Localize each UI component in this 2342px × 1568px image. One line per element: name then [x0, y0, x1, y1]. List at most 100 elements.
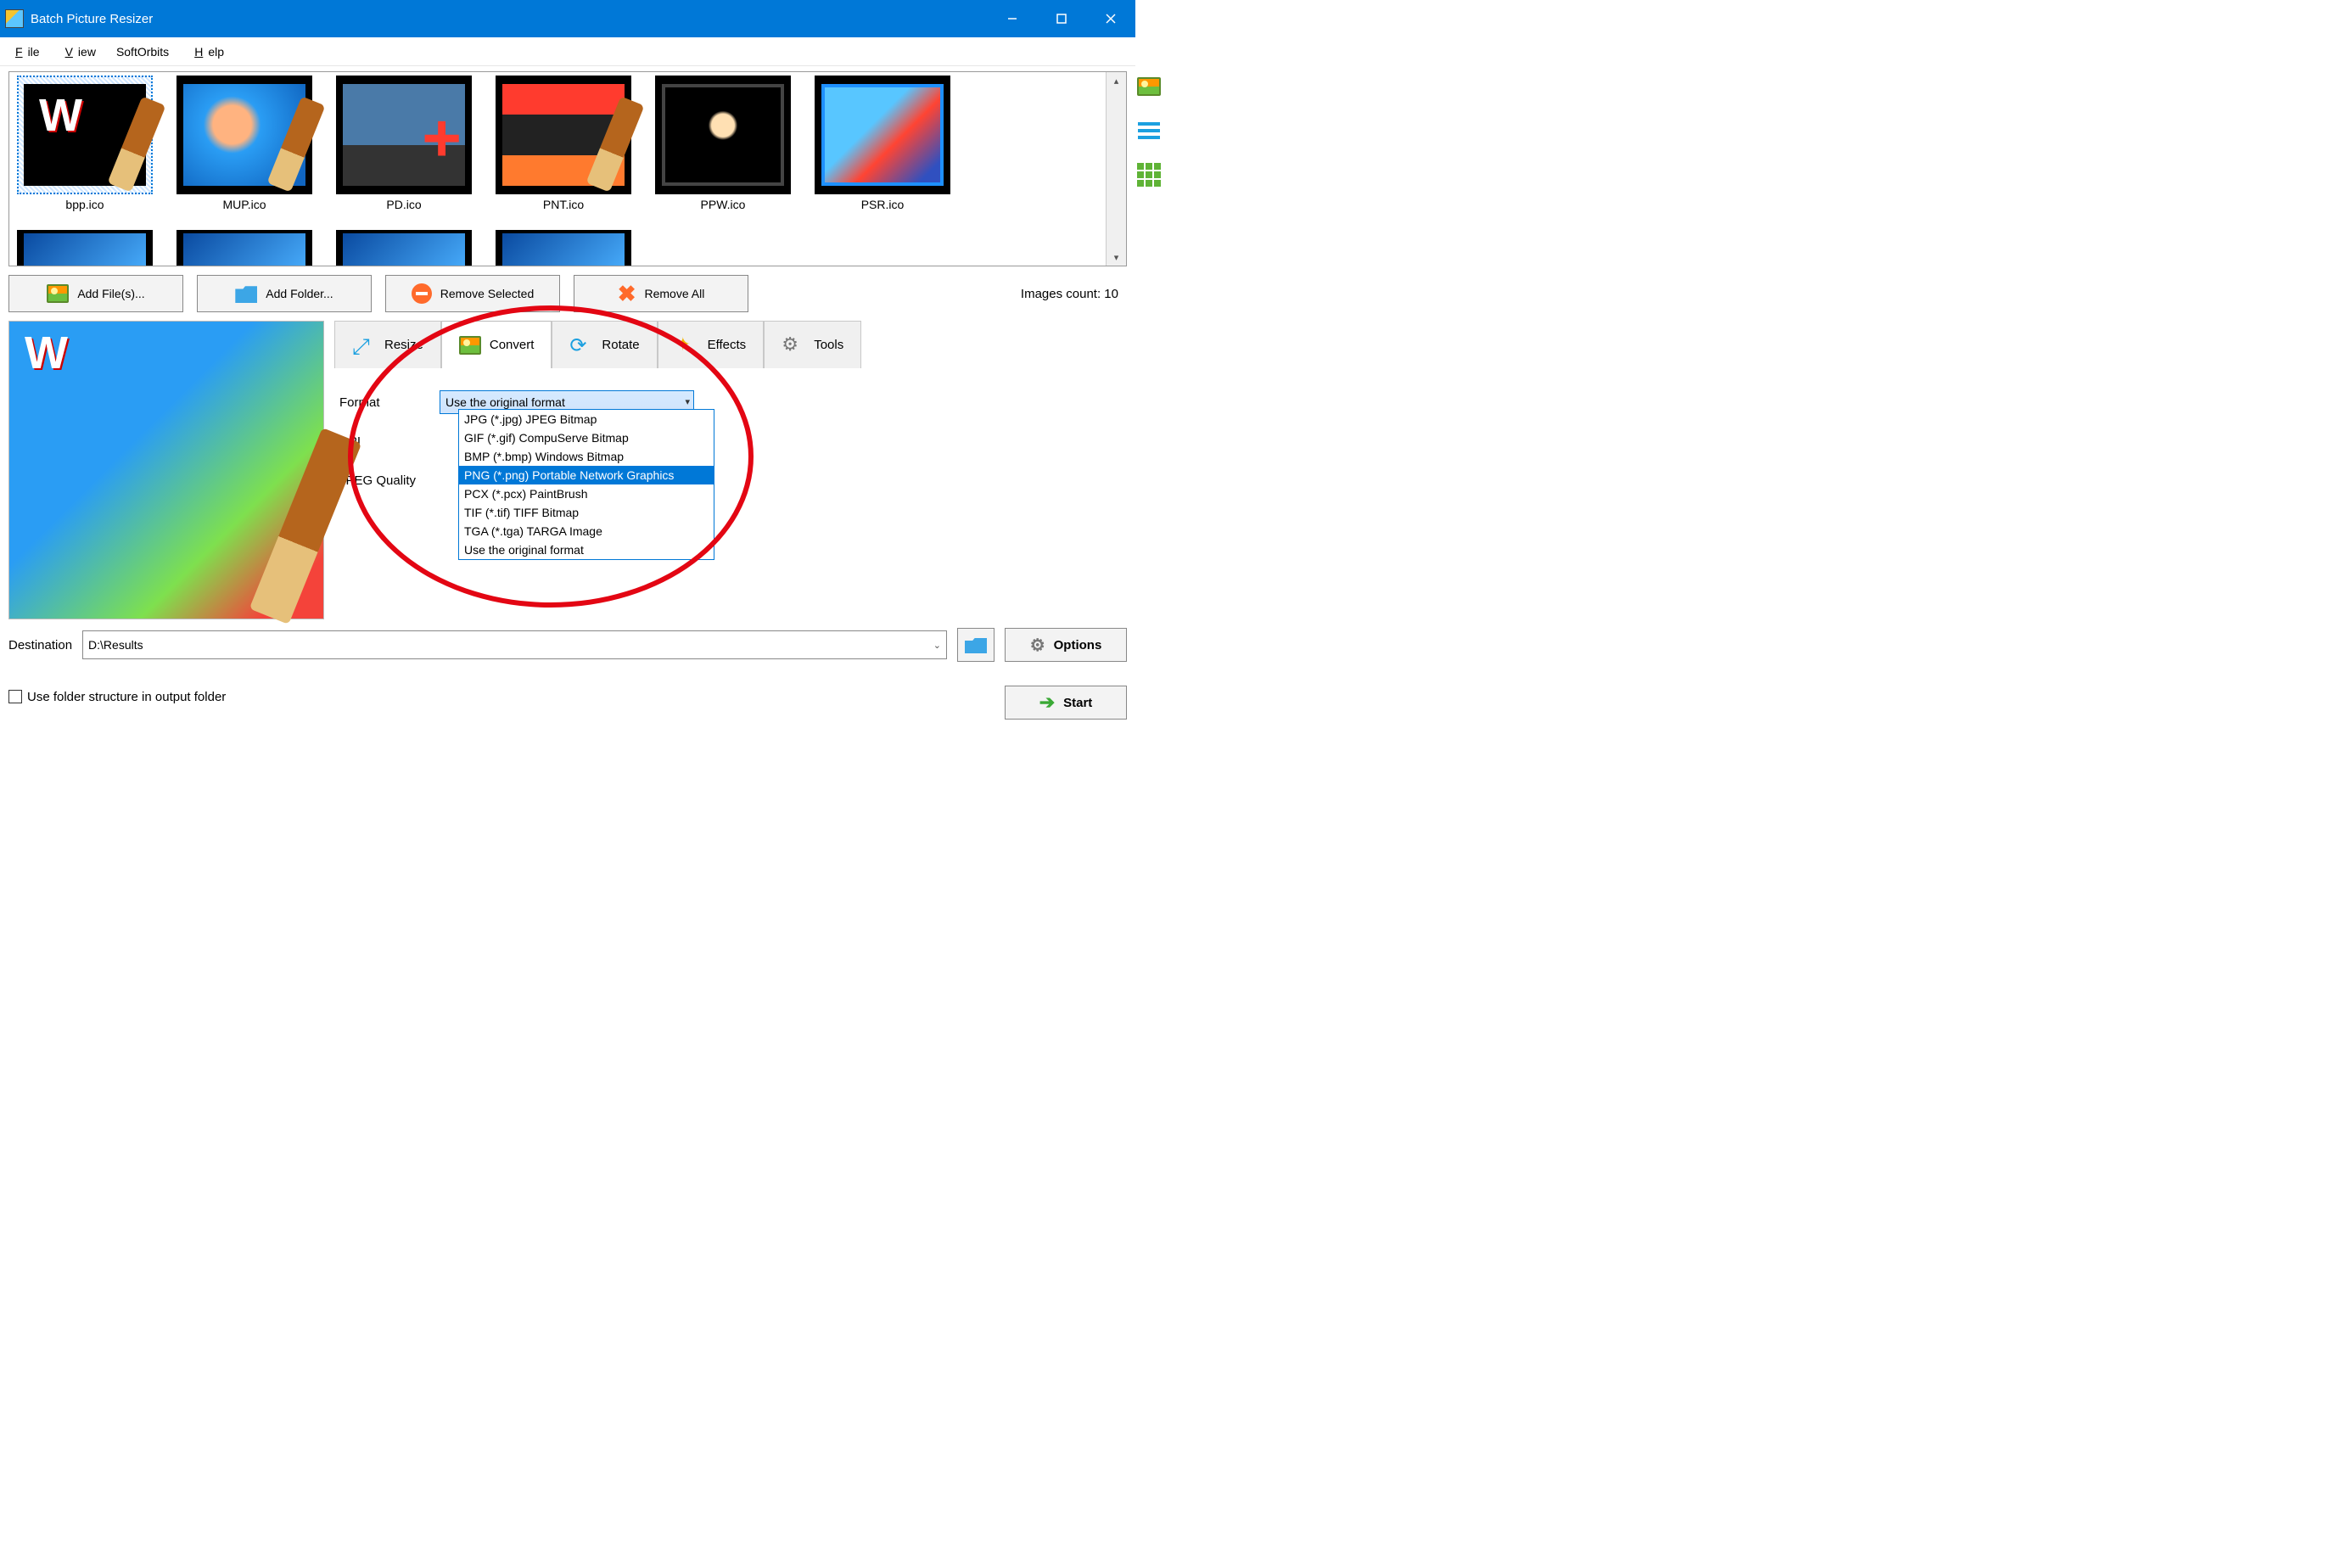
menu-bar: File View SoftOrbits Help: [0, 37, 1135, 66]
convert-panel: Format Use the original format ▾ DPI JPE…: [334, 368, 1127, 497]
thumbnail-label: bpp.ico: [65, 198, 104, 211]
window-title: Batch Picture Resizer: [31, 12, 153, 26]
rotate-icon: ⟳: [569, 333, 593, 357]
remove-selected-button[interactable]: Remove Selected: [385, 275, 560, 312]
format-option[interactable]: PCX (*.pcx) PaintBrush: [459, 484, 714, 503]
convert-icon: [459, 336, 481, 355]
view-thumbnails-button[interactable]: [1135, 74, 1163, 99]
maximize-button[interactable]: [1037, 0, 1086, 37]
format-option[interactable]: TGA (*.tga) TARGA Image: [459, 522, 714, 540]
format-option[interactable]: BMP (*.bmp) Windows Bitmap: [459, 447, 714, 466]
add-folder-label: Add Folder...: [266, 287, 333, 300]
preview-image: [9, 322, 323, 619]
options-label: Options: [1054, 638, 1102, 652]
thumbnail-scrollbar[interactable]: ▴ ▾: [1106, 72, 1126, 266]
start-button[interactable]: ➔ Start: [1005, 686, 1127, 720]
x-icon: ✖: [618, 281, 636, 307]
destination-combobox[interactable]: D:\Results ⌄: [82, 630, 947, 659]
browse-destination-button[interactable]: [957, 628, 995, 662]
thumbnail-item[interactable]: PNT.ico: [493, 76, 634, 211]
wand-icon: ✦: [675, 333, 699, 357]
start-label: Start: [1063, 696, 1092, 710]
settings-tabs-area: ⤢ Resize Convert ⟳ Rotate ✦ Effects ⚙ To…: [334, 321, 1127, 624]
thumbnail-list[interactable]: bpp.ico MUP.ico PD.ico PNT.ico PPW.ico P…: [9, 72, 1106, 266]
thumbnail-label: PSR.ico: [861, 198, 905, 211]
menu-softorbits[interactable]: SoftOrbits: [111, 42, 174, 62]
remove-all-button[interactable]: ✖ Remove All: [574, 275, 748, 312]
add-files-label: Add File(s)...: [77, 287, 144, 300]
add-files-button[interactable]: Add File(s)...: [8, 275, 183, 312]
format-option[interactable]: PNG (*.png) Portable Network Graphics: [459, 466, 714, 484]
scroll-up-icon[interactable]: ▴: [1107, 72, 1126, 89]
thumbnail-item[interactable]: PD.ico: [333, 76, 474, 211]
menu-view[interactable]: View: [55, 42, 101, 62]
action-toolbar: Add File(s)... Add Folder... Remove Sele…: [8, 275, 1127, 312]
close-icon: [1106, 14, 1116, 24]
folder-icon: [235, 284, 257, 303]
thumbnail-item[interactable]: [14, 230, 155, 266]
tab-effects-label: Effects: [708, 338, 747, 352]
view-mode-toolbar: [1135, 74, 1167, 188]
view-list-button[interactable]: [1135, 118, 1163, 143]
folder-open-icon: [965, 636, 987, 653]
maximize-icon: [1056, 14, 1067, 24]
settings-tabs: ⤢ Resize Convert ⟳ Rotate ✦ Effects ⚙ To…: [334, 321, 1127, 368]
format-value: Use the original format: [445, 395, 565, 409]
thumbnail-label: PPW.ico: [701, 198, 746, 211]
thumbnail-item[interactable]: PSR.ico: [812, 76, 953, 211]
jpeg-quality-label: JPEG Quality: [339, 473, 440, 488]
use-folder-structure-label: Use folder structure in output folder: [27, 690, 226, 704]
format-option[interactable]: GIF (*.gif) CompuServe Bitmap: [459, 428, 714, 447]
preview-pane: [8, 321, 324, 619]
thumbnail-item[interactable]: bpp.ico: [14, 76, 155, 211]
tab-convert-label: Convert: [490, 338, 535, 352]
thumbnail-item[interactable]: [174, 230, 315, 266]
destination-value: D:\Results: [88, 638, 143, 652]
format-option[interactable]: TIF (*.tif) TIFF Bitmap: [459, 503, 714, 522]
tab-tools-label: Tools: [814, 338, 843, 352]
main-area: ⤢ Resize Convert ⟳ Rotate ✦ Effects ⚙ To…: [8, 321, 1127, 624]
remove-all-label: Remove All: [644, 287, 704, 300]
tab-effects[interactable]: ✦ Effects: [658, 321, 765, 368]
tab-resize[interactable]: ⤢ Resize: [334, 321, 441, 368]
bottom-panel: Destination D:\Results ⌄ ⚙ Options Use f…: [8, 628, 1127, 720]
tab-resize-label: Resize: [384, 338, 423, 352]
thumbnail-item[interactable]: [493, 230, 634, 266]
thumbnail-label: MUP.ico: [222, 198, 266, 211]
thumbnail-label: PD.ico: [386, 198, 421, 211]
format-label: Format: [339, 395, 440, 410]
gear-icon: ⚙: [782, 333, 805, 357]
checkbox-icon: [8, 690, 22, 703]
menu-help[interactable]: Help: [184, 42, 229, 62]
view-details-button[interactable]: [1135, 162, 1163, 188]
remove-selected-label: Remove Selected: [440, 287, 535, 300]
menu-file[interactable]: File: [5, 42, 45, 62]
thumbnail-label: PNT.ico: [543, 198, 584, 211]
format-option[interactable]: Use the original format: [459, 540, 714, 559]
destination-label: Destination: [8, 638, 72, 652]
thumbnail-panel: bpp.ico MUP.ico PD.ico PNT.ico PPW.ico P…: [8, 71, 1127, 266]
scroll-down-icon[interactable]: ▾: [1107, 249, 1126, 266]
thumbnail-item[interactable]: [333, 230, 474, 266]
tab-tools[interactable]: ⚙ Tools: [764, 321, 861, 368]
gear-icon: ⚙: [1030, 635, 1045, 656]
tab-rotate-label: Rotate: [602, 338, 639, 352]
chevron-down-icon: ▾: [685, 396, 690, 407]
format-dropdown-list[interactable]: JPG (*.jpg) JPEG Bitmap GIF (*.gif) Comp…: [458, 409, 714, 560]
remove-icon: [412, 283, 432, 304]
format-option[interactable]: JPG (*.jpg) JPEG Bitmap: [459, 410, 714, 428]
thumbnail-item[interactable]: PPW.ico: [653, 76, 793, 211]
use-folder-structure-checkbox[interactable]: Use folder structure in output folder: [8, 674, 226, 720]
tab-convert[interactable]: Convert: [441, 321, 552, 368]
app-icon: [5, 9, 24, 28]
play-icon: ➔: [1039, 692, 1055, 714]
thumbnail-item[interactable]: MUP.ico: [174, 76, 315, 211]
minimize-icon: [1007, 14, 1017, 24]
title-bar: Batch Picture Resizer: [0, 0, 1135, 37]
tab-rotate[interactable]: ⟳ Rotate: [552, 321, 657, 368]
close-button[interactable]: [1086, 0, 1135, 37]
add-folder-button[interactable]: Add Folder...: [197, 275, 372, 312]
photo-icon: [47, 284, 69, 303]
options-button[interactable]: ⚙ Options: [1005, 628, 1127, 662]
minimize-button[interactable]: [988, 0, 1037, 37]
